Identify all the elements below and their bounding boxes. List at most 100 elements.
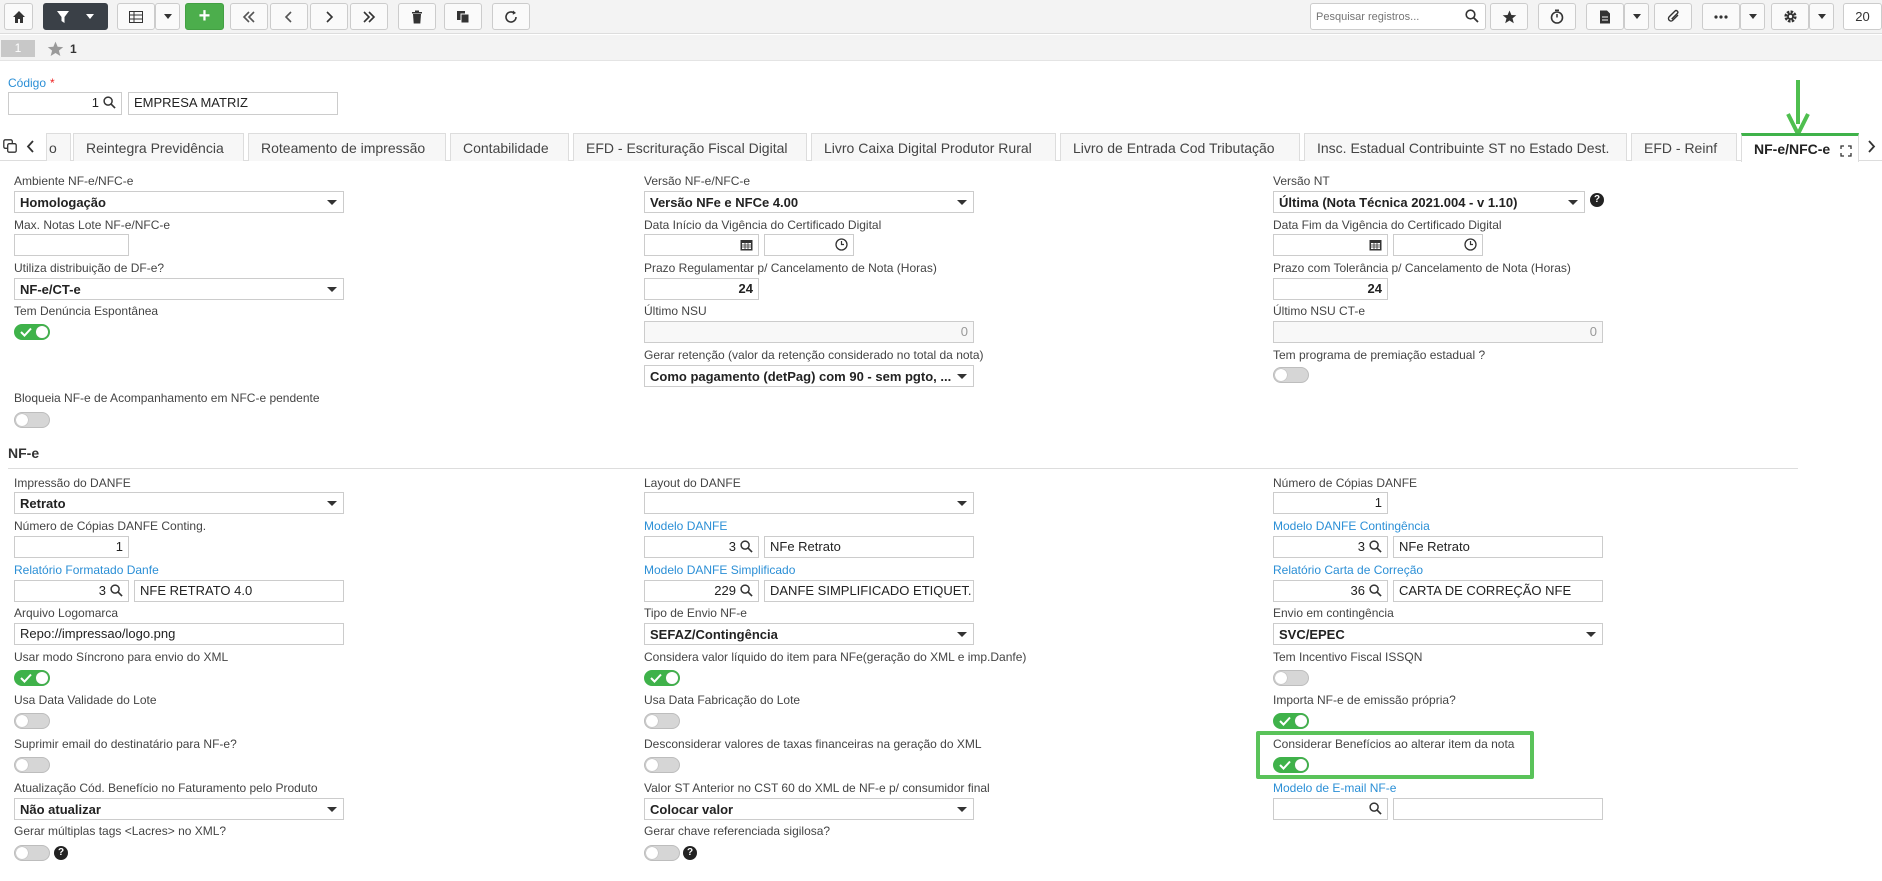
search-input[interactable] [1311,4,1461,29]
document-dropdown[interactable] [1624,3,1649,30]
chave-toggle[interactable] [644,845,680,861]
valor-st-select[interactable]: Colocar valor [644,798,974,820]
tab-insc-estadual[interactable]: Insc. Estadual Contribuinte ST no Estado… [1304,133,1627,161]
relatorio-code-field[interactable]: 3 [14,580,129,602]
versao-nt-select[interactable]: Última (Nota Técnica 2021.004 - v 1.10) [1273,191,1585,213]
document-button[interactable] [1586,3,1624,30]
data-inicio-time-field[interactable] [764,234,854,256]
record-tab-number[interactable]: 1 [1,40,35,57]
relatorio-label[interactable]: Relatório Formatado Danfe [14,563,159,577]
settings-button[interactable] [1771,3,1809,30]
arquivo-logo-field[interactable]: Repo://impressao/logo.png [14,623,344,645]
settings-dropdown[interactable] [1809,3,1834,30]
search-icon[interactable] [1465,9,1479,23]
bloqueia-toggle[interactable] [14,412,50,428]
tab-livro-entrada[interactable]: Livro de Entrada Cod Tributação [1060,133,1300,161]
lacres-toggle[interactable] [14,845,50,861]
beneficios-toggle[interactable] [1273,757,1309,773]
desconsiderar-toggle[interactable] [644,757,680,773]
grid-view-dropdown[interactable] [155,3,180,30]
modelo-cont-label[interactable]: Modelo DANFE Contingência [1273,519,1430,533]
search-icon[interactable] [1369,584,1382,597]
next-record-button[interactable] [310,3,348,30]
tab-efd-reinf[interactable]: EFD - Reinf [1631,133,1737,161]
search-icon[interactable] [740,540,753,553]
modelo-simpl-code-field[interactable]: 229 [644,580,759,602]
code-field[interactable]: 1 [8,92,122,115]
favorite-button[interactable] [1490,3,1528,30]
modelo-simpl-label[interactable]: Modelo DANFE Simplificado [644,563,795,577]
modelo-danfe-label[interactable]: Modelo DANFE [644,519,727,533]
last-record-button[interactable] [350,3,388,30]
denuncia-toggle[interactable] [14,324,50,340]
prazo-reg-field[interactable]: 24 [644,278,759,300]
max-notas-field[interactable] [14,234,129,256]
star-icon[interactable] [47,41,64,57]
fabricacao-lote-toggle[interactable] [644,713,680,729]
rel-carta-code-field[interactable]: 36 [1273,580,1388,602]
expand-icon[interactable] [1840,145,1852,157]
envio-cont-select[interactable]: SVC/EPEC [1273,623,1603,645]
tab-efd[interactable]: EFD - Escrituração Fiscal Digital [573,133,807,161]
attachment-button[interactable] [1654,3,1692,30]
first-record-button[interactable] [230,3,268,30]
sincrono-toggle[interactable] [14,670,50,686]
data-inicio-date-field[interactable] [644,234,759,256]
modelo-email-label[interactable]: Modelo de E-mail NF-e [1273,781,1396,795]
rel-carta-label[interactable]: Relatório Carta de Correção [1273,563,1423,577]
tab-reintegra-previdencia[interactable]: Reintegra Previdência [73,133,244,161]
duplicate-button[interactable] [444,3,482,30]
clock-icon[interactable] [1464,238,1477,251]
modelo-cont-code-field[interactable]: 3 [1273,536,1388,558]
prazo-tol-field[interactable]: 24 [1273,278,1388,300]
add-button[interactable]: + [185,3,224,30]
tab-roteamento-impressao[interactable]: Roteamento de impressão [248,133,446,161]
page-size-input[interactable]: 20 [1843,3,1882,30]
more-button[interactable] [1702,3,1740,30]
delete-button[interactable] [398,3,436,30]
copy-icon[interactable] [3,139,17,153]
help-icon[interactable]: ? [683,846,697,860]
search-icon[interactable] [1369,802,1382,815]
num-copias-cont-field[interactable]: 1 [14,536,129,558]
modelo-danfe-code-field[interactable]: 3 [644,536,759,558]
chevron-left-icon[interactable] [26,140,35,153]
data-fim-date-field[interactable] [1273,234,1388,256]
num-copias-field[interactable]: 1 [1273,492,1388,514]
atualizacao-select[interactable]: Não atualizar [14,798,344,820]
search-icon[interactable] [110,584,123,597]
valor-liquido-toggle[interactable] [644,670,680,686]
timer-button[interactable] [1538,3,1576,30]
filter-button[interactable] [43,3,108,30]
utiliza-dist-select[interactable]: NF-e/CT-e [14,278,344,300]
refresh-button[interactable] [492,3,530,30]
help-icon[interactable]: ? [54,846,68,860]
chevron-down-icon[interactable] [86,14,94,19]
grid-view-button[interactable] [117,3,155,30]
tab-nfe-nfce[interactable]: NF-e/NFC-e [1741,133,1859,162]
premiacao-toggle[interactable] [1273,367,1309,383]
impressao-select[interactable]: Retrato [14,492,344,514]
clock-icon[interactable] [835,238,848,251]
importa-toggle[interactable] [1273,713,1309,729]
search-icon[interactable] [103,96,116,109]
search-icon[interactable] [1369,540,1382,553]
modelo-email-code-field[interactable] [1273,798,1388,820]
previous-record-button[interactable] [270,3,308,30]
calendar-icon[interactable] [740,238,753,251]
incentivo-toggle[interactable] [1273,670,1309,686]
home-button[interactable] [4,3,33,30]
more-dropdown[interactable] [1740,3,1765,30]
chevron-right-icon[interactable] [1867,140,1876,153]
data-fim-time-field[interactable] [1393,234,1483,256]
tipo-envio-select[interactable]: SEFAZ/Contingência [644,623,974,645]
tab-contabilidade[interactable]: Contabilidade [450,133,569,161]
help-icon[interactable]: ? [1590,193,1604,207]
layout-select[interactable] [644,492,974,514]
calendar-icon[interactable] [1369,238,1382,251]
gerar-retencao-select[interactable]: Como pagamento (detPag) com 90 - sem pgt… [644,365,974,387]
validade-lote-toggle[interactable] [14,713,50,729]
search-icon[interactable] [740,584,753,597]
ambiente-select[interactable]: Homologação [14,191,344,213]
tab-livro-caixa[interactable]: Livro Caixa Digital Produtor Rural [811,133,1056,161]
